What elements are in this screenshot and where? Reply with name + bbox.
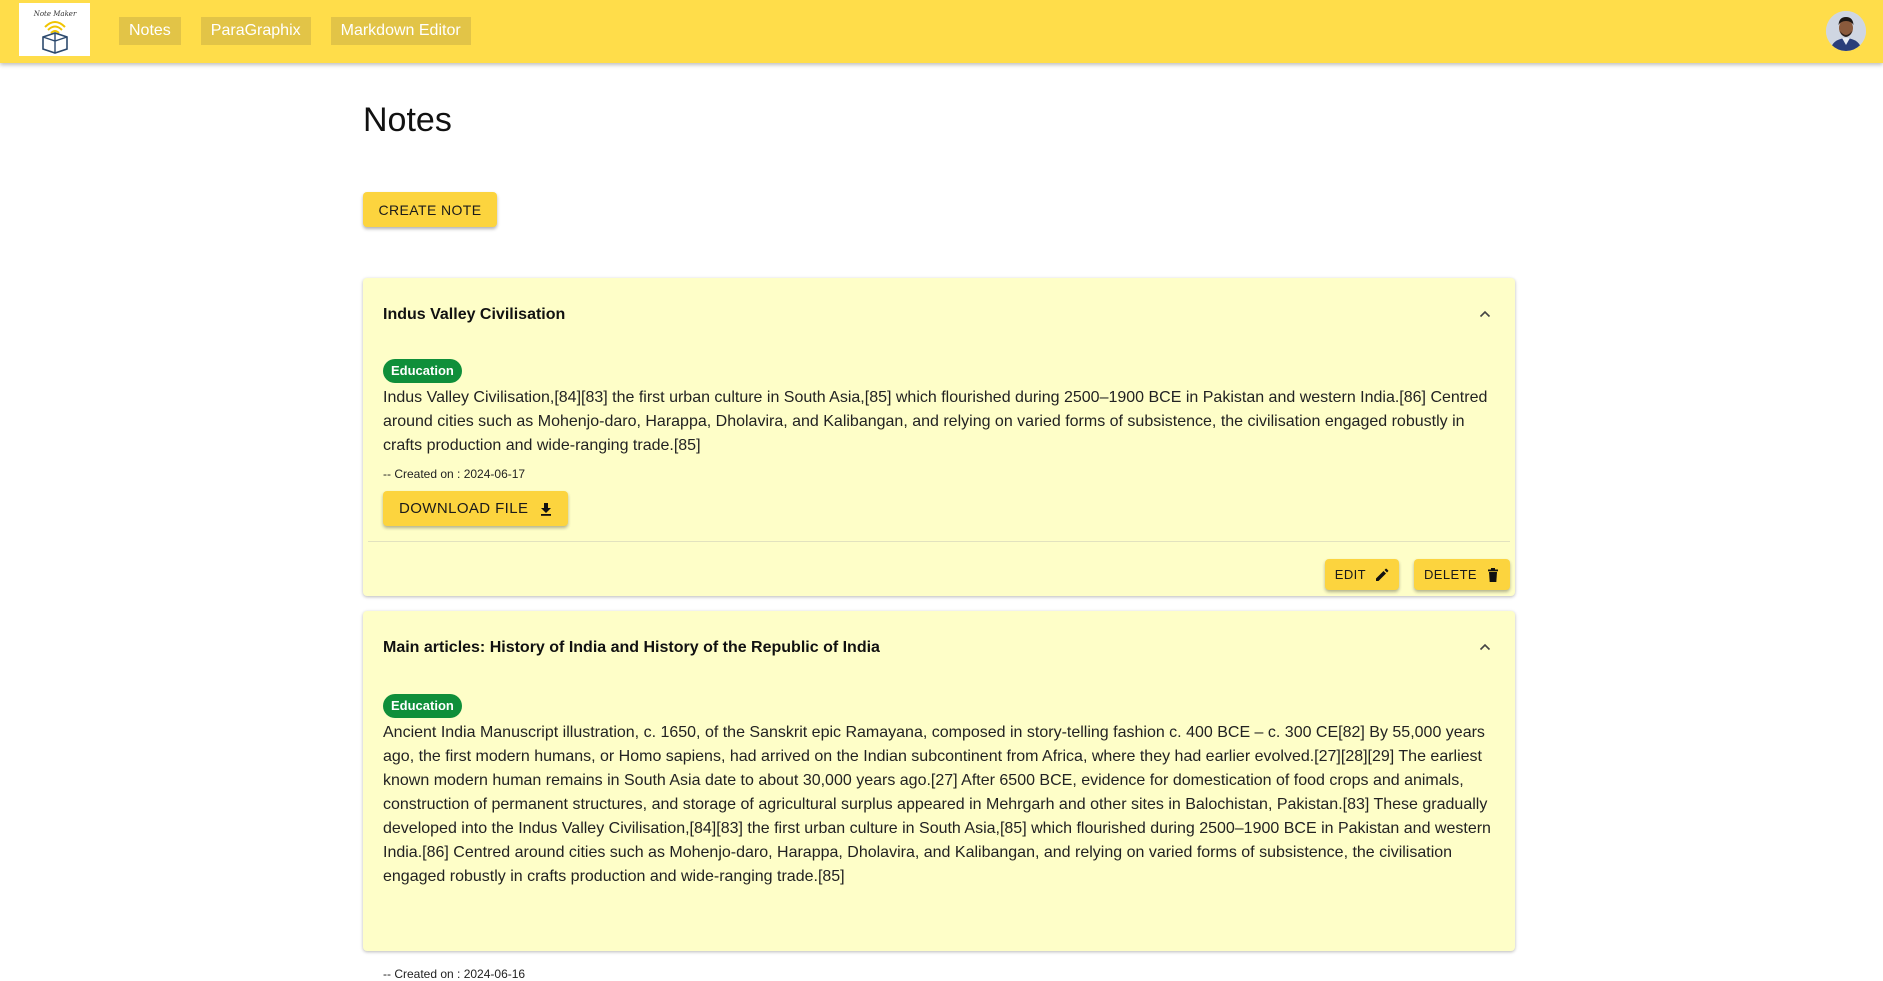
note-description: Indus Valley Civilisation,[84][83] the f… <box>383 389 1488 454</box>
note-card: Main articles: History of India and Hist… <box>363 611 1515 981</box>
user-avatar-icon <box>1826 11 1866 51</box>
edit-label: EDIT <box>1334 567 1367 582</box>
note-description: Ancient India Manuscript illustration, c… <box>383 724 1491 885</box>
download-label: DOWNLOAD FILE <box>399 500 529 517</box>
created-date: -- Created on : 2024-06-16 <box>383 967 526 981</box>
main-nav: Notes ParaGraphix Markdown Editor <box>119 17 471 45</box>
logo-script-text: Note Maker <box>32 10 76 18</box>
download-file-button[interactable]: DOWNLOAD FILE <box>383 491 569 526</box>
chevron-up-icon[interactable] <box>1477 306 1493 322</box>
app-logo[interactable]: Note Maker <box>19 3 90 56</box>
edit-button[interactable]: EDIT <box>1324 559 1400 590</box>
user-avatar[interactable] <box>1826 11 1866 51</box>
note-title: Indus Valley Civilisation <box>383 306 566 323</box>
delete-label: DELETE <box>1424 567 1477 582</box>
note-card: Indus Valley Civilisation Education Indu… <box>363 278 1515 596</box>
nav-paragraphix[interactable]: ParaGraphix <box>200 17 311 45</box>
category-tag: Education <box>383 694 462 718</box>
download-icon <box>538 501 554 517</box>
page-title: Notes <box>363 101 452 139</box>
card-divider <box>368 541 1510 542</box>
chevron-up-icon[interactable] <box>1477 639 1493 655</box>
pencil-icon <box>1374 567 1390 583</box>
create-note-button[interactable]: CREATE NOTE <box>363 192 497 227</box>
delete-button[interactable]: DELETE <box>1414 559 1510 590</box>
note-actions: EDIT DELETE <box>1324 559 1510 590</box>
note-maker-logo-icon: Note Maker <box>32 10 76 54</box>
nav-notes[interactable]: Notes <box>119 17 181 45</box>
trash-icon <box>1485 567 1501 583</box>
created-date: -- Created on : 2024-06-17 <box>383 467 526 481</box>
nav-markdown-editor[interactable]: Markdown Editor <box>330 17 471 45</box>
note-title: Main articles: History of India and Hist… <box>383 639 880 656</box>
app-header: Note Maker Notes ParaGraphix Markdown Ed… <box>0 0 1883 63</box>
category-tag: Education <box>383 359 462 383</box>
